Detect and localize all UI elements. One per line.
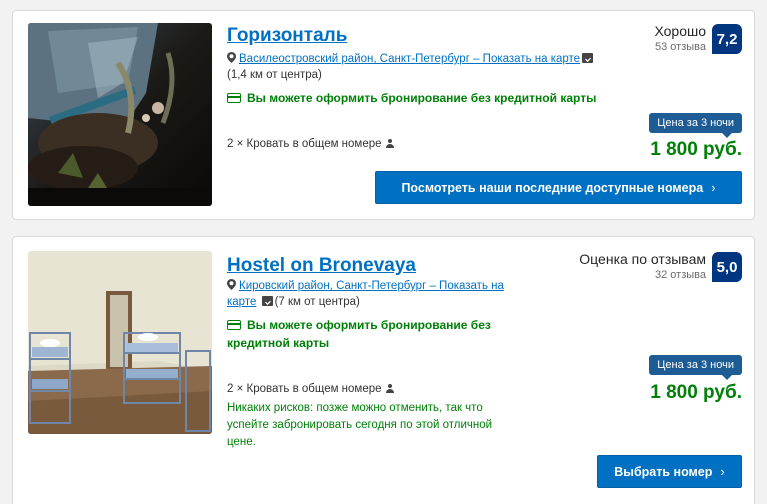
map-pin-icon [227, 279, 236, 290]
price: 1 800 руб. [650, 139, 742, 160]
property-name-link[interactable]: Горизонталь [227, 25, 347, 47]
no-credit-card-text: Вы можете оформить бронирование без кред… [247, 91, 597, 105]
rating-word: Хорошо [654, 23, 706, 39]
person-icon [385, 384, 394, 393]
price: 1 800 руб. [650, 382, 742, 403]
map-icon [261, 296, 273, 306]
no-risk-line-2: успейте забронировать сегодня по этой от… [227, 419, 493, 431]
review-count[interactable]: 32 отзыва [655, 269, 706, 281]
no-credit-card-notice: Вы можете оформить бронирование без [227, 316, 491, 335]
button-label: Выбрать номер [614, 464, 713, 479]
price-period-badge: Цена за 3 ночи [649, 355, 742, 380]
review-score-badge[interactable]: 5,0 [712, 252, 742, 282]
free-cancellation-notice: Никаких рисков: позже можно отменить, та… [227, 400, 509, 451]
property-photo[interactable] [28, 251, 212, 434]
no-credit-card-text: Вы можете оформить бронирование без [247, 318, 491, 332]
show-on-map-link[interactable]: Кировский район, Санкт-Петербург – Показ… [239, 280, 504, 292]
review-score-badge[interactable]: 7,2 [712, 24, 742, 54]
show-on-map-link-cont[interactable]: карте [227, 296, 256, 308]
chevron-right-icon: › [711, 180, 716, 195]
price-period-badge: Цена за 3 ночи [649, 113, 742, 138]
property-card: Hostel on Bronevaya Кировский район, Сан… [12, 236, 755, 504]
no-credit-card-notice: Вы можете оформить бронирование без кред… [227, 89, 596, 108]
location-line: Василеостровский район, Санкт-Петербург … [227, 51, 595, 67]
see-availability-button[interactable]: Посмотреть наши последние доступные номе… [375, 171, 742, 204]
property-photo[interactable] [28, 23, 212, 206]
distance-text: (1,4 км от центра) [227, 69, 322, 81]
review-count[interactable]: 53 отзыва [655, 41, 706, 53]
no-risk-line-3: цене. [227, 436, 256, 448]
map-pin-icon [227, 52, 236, 63]
property-card: Горизонталь Василеостровский район, Санк… [12, 10, 755, 220]
credit-card-icon [227, 93, 241, 103]
chevron-right-icon: › [720, 464, 725, 479]
distance-text: (7 км от центра) [274, 296, 360, 308]
map-icon [582, 53, 594, 63]
show-on-map-link[interactable]: Василеостровский район, Санкт-Петербург … [239, 53, 580, 65]
location-line-2: карте (7 км от центра) [227, 294, 360, 310]
bed-info: 2 × Кровать в общем номере [227, 383, 394, 395]
bed-text: 2 × Кровать в общем номере [227, 138, 382, 150]
button-label: Посмотреть наши последние доступные номе… [401, 180, 704, 195]
credit-card-icon [227, 320, 241, 330]
no-risk-line-1: Никаких рисков: позже можно отменить, та… [227, 402, 483, 414]
bed-text: 2 × Кровать в общем номере [227, 383, 382, 395]
property-name-link[interactable]: Hostel on Bronevaya [227, 255, 416, 277]
select-room-button[interactable]: Выбрать номер › [597, 455, 742, 488]
rating-word: Оценка по отзывам [579, 251, 706, 267]
no-credit-card-text-2: кредитной карты [227, 336, 330, 350]
bed-info: 2 × Кровать в общем номере [227, 138, 394, 150]
location-line: Кировский район, Санкт-Петербург – Показ… [227, 278, 527, 294]
person-icon [385, 139, 394, 148]
